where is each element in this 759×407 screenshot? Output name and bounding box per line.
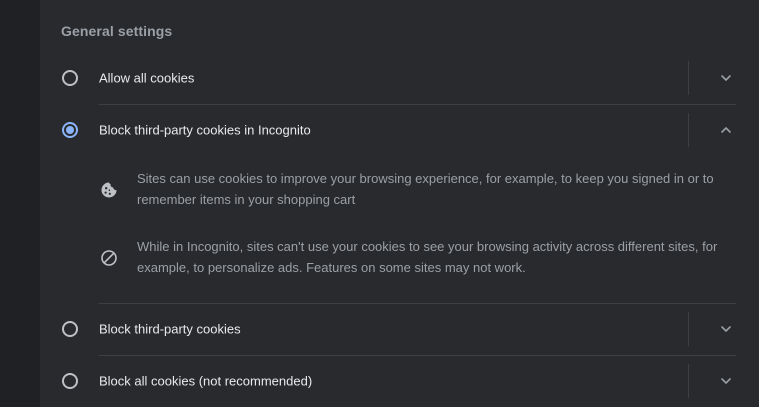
chevron-down-icon[interactable] (716, 319, 736, 339)
settings-page: General settings Allow all cookies Block… (0, 0, 759, 407)
cookie-icon (101, 182, 117, 198)
option-allow-all-cookies[interactable]: Allow all cookies (40, 52, 759, 104)
option-block-third-party-incognito[interactable]: Block third-party cookies in Incognito (40, 104, 759, 156)
block-icon (101, 250, 117, 266)
option-block-third-party[interactable]: Block third-party cookies (40, 303, 759, 355)
section-title: General settings (61, 23, 173, 39)
option-block-all-cookies[interactable]: Block all cookies (not recommended) (40, 355, 759, 407)
divider (688, 61, 689, 95)
divider (688, 312, 689, 346)
divider (688, 113, 689, 147)
radio-button[interactable] (62, 373, 78, 389)
chevron-down-icon[interactable] (716, 371, 736, 391)
detail-text: While in Incognito, sites can't use your… (137, 239, 718, 275)
radio-button[interactable] (62, 321, 78, 337)
cookies-settings-card: General settings Allow all cookies Block… (40, 0, 759, 407)
option-label: Block third-party cookies in Incognito (99, 122, 311, 138)
option-label: Block third-party cookies (99, 321, 241, 337)
chevron-up-icon[interactable] (716, 120, 736, 140)
option-label: Block all cookies (not recommended) (99, 373, 313, 389)
option-label: Allow all cookies (99, 70, 195, 86)
chevron-down-icon[interactable] (716, 68, 736, 88)
detail-text: Sites can use cookies to improve your br… (137, 171, 714, 207)
divider (688, 364, 689, 398)
radio-button-selected[interactable] (62, 122, 78, 138)
radio-button[interactable] (62, 70, 78, 86)
